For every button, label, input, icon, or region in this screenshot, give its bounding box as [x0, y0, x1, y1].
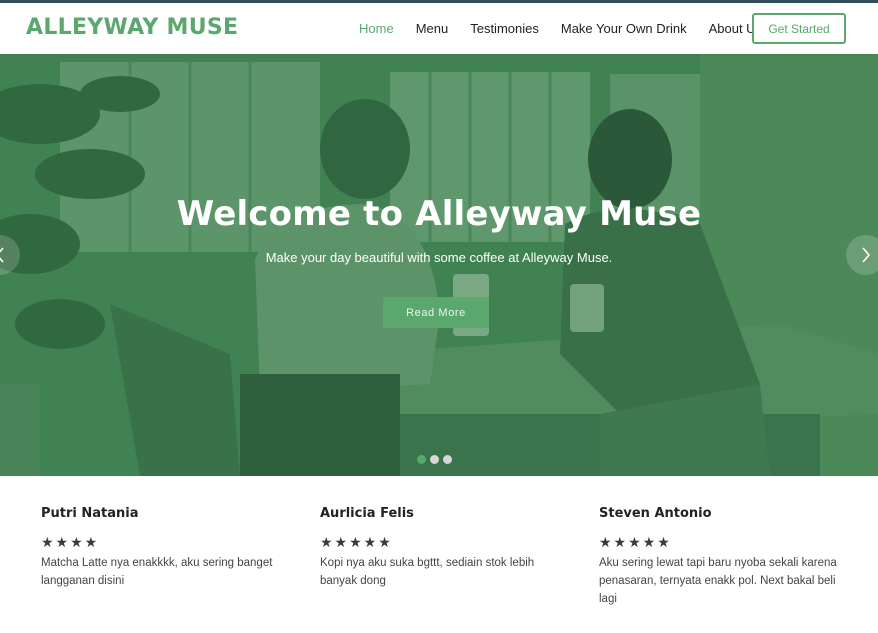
testimonial-text: Matcha Latte nya enakkkk, aku sering ban… — [41, 557, 273, 587]
hero-carousel: Welcome to Alleyway Muse Make your day b… — [0, 54, 878, 476]
chevron-right-icon — [862, 247, 871, 263]
reviewer-name: Putri Natania — [41, 506, 139, 521]
reviewer-name: Aurlicia Felis — [320, 506, 414, 521]
main-menu: Home Menu Testimonies Make Your Own Drin… — [359, 21, 784, 36]
reviewer-name: Steven Antonio — [599, 506, 712, 521]
nav-make-your-own-drink[interactable]: Make Your Own Drink — [561, 21, 687, 36]
hero-title: Welcome to Alleyway Muse — [176, 194, 702, 234]
testimonial-card: Steven Antonio ★★★★★ Aku sering lewat ta… — [599, 506, 839, 608]
navbar: ALLEYWAY MUSE Home Menu Testimonies Make… — [0, 3, 878, 54]
testimonial-text: Aku sering lewat tapi baru nyoba sekali … — [599, 557, 837, 605]
carousel-dot-1[interactable] — [417, 455, 426, 464]
testimonial-card: Aurlicia Felis ★★★★★ Kopi nya aku suka b… — [320, 506, 540, 590]
nav-menu[interactable]: Menu — [416, 21, 449, 36]
hero-overlay — [0, 54, 878, 476]
hero-subtitle: Make your day beautiful with some coffee… — [265, 250, 613, 265]
star-rating-icon: ★★★★★ — [320, 534, 393, 550]
carousel-dot-2[interactable] — [430, 455, 439, 464]
nav-home[interactable]: Home — [359, 21, 394, 36]
read-more-button[interactable]: Read More — [383, 297, 489, 328]
testimonial-card: Putri Natania ★★★★ Matcha Latte nya enak… — [41, 506, 281, 590]
testimonial-text: Kopi nya aku suka bgttt, sediain stok le… — [320, 557, 535, 587]
get-started-button[interactable]: Get Started — [752, 13, 846, 44]
brand-logo[interactable]: ALLEYWAY MUSE — [26, 15, 238, 40]
carousel-indicators — [417, 455, 452, 464]
chevron-left-icon — [0, 247, 4, 263]
testimonials-section: Putri Natania ★★★★ Matcha Latte nya enak… — [0, 476, 878, 633]
star-rating-icon: ★★★★ — [41, 534, 100, 550]
carousel-next-button[interactable] — [846, 235, 878, 275]
nav-testimonies[interactable]: Testimonies — [470, 21, 539, 36]
carousel-dot-3[interactable] — [443, 455, 452, 464]
star-rating-icon: ★★★★★ — [599, 534, 672, 550]
